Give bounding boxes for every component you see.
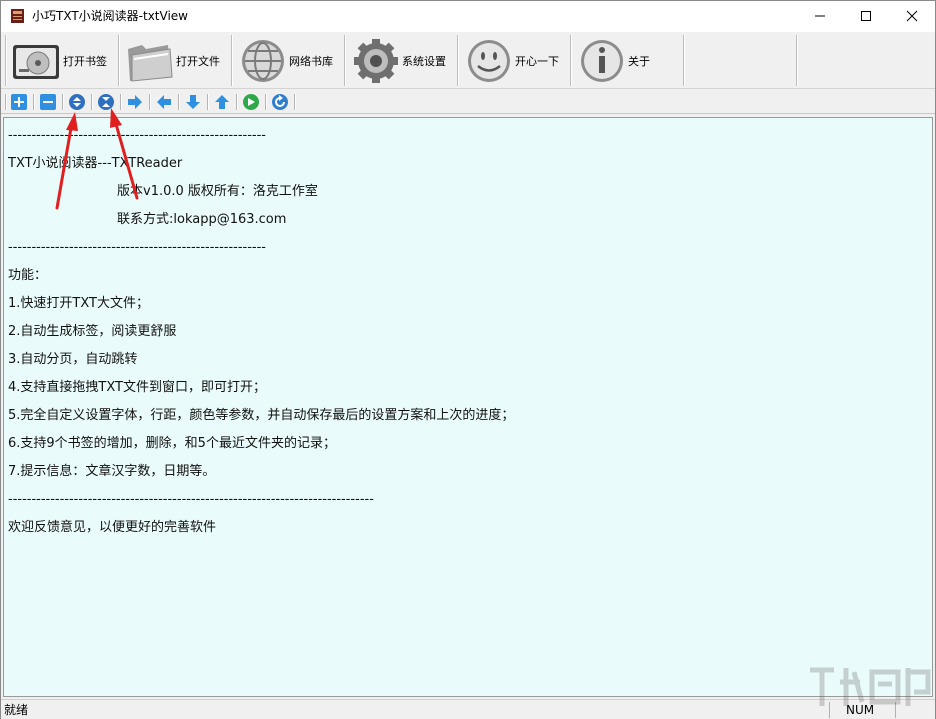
feature-item: 3.自动分页，自动跳转 [8,352,138,367]
navigation-toolbar [1,90,935,114]
toolbar-separator [62,94,63,110]
arrow-left-icon[interactable] [155,93,173,111]
status-text: 就绪 [4,703,29,717]
close-button[interactable] [889,1,935,32]
feature-item: 7.提示信息：文章汉字数，日期等。 [8,464,216,479]
open-file-button[interactable]: 打开文件 [120,35,230,87]
app-window: 小巧TXT小说阅读器-txtView 打开书签 打开文件 网络书库 系统设置 开… [0,0,936,719]
toolbar-separator [149,94,150,110]
arrow-right-icon[interactable] [126,93,144,111]
arrow-up-icon[interactable] [213,93,231,111]
toolbar-separator [118,35,119,86]
open-bookmark-button[interactable]: 打开书签 [7,35,117,87]
globe-icon [242,40,284,82]
play-icon[interactable] [242,93,260,111]
toolbar-separator [178,94,179,110]
add-icon[interactable] [10,93,28,111]
bookmark-drive-icon [13,45,59,79]
toolbar-separator [683,35,684,86]
maximize-button[interactable] [843,1,889,32]
toolbar-separator [294,94,295,110]
watermark-logo [810,667,931,706]
title-bar: 小巧TXT小说阅读器-txtView [1,1,935,32]
feature-item: 4.支持直接拖拽TXT文件到窗口，即可打开； [8,380,266,395]
toolbar-label: 打开文件 [176,55,220,68]
toolbar-label: 网络书库 [289,55,333,68]
features-heading: 功能： [8,268,48,283]
status-bar: 就绪 NUM [1,699,935,719]
toolbar-separator [570,35,571,86]
contact-info: 联系方式:lokapp@163.com [117,212,287,227]
feature-item: 6.支持9个书签的增加，删除，和5个最近文件夹的记录； [8,436,336,451]
toolbar-separator [207,94,208,110]
toolbar-separator [231,35,232,86]
arrow-down-icon[interactable] [184,93,202,111]
toolbar-label: 开心一下 [515,55,559,68]
main-toolbar: 打开书签 打开文件 网络书库 系统设置 开心一下 关于 [1,32,935,89]
toolbar-separator [265,94,266,110]
info-icon [581,40,623,82]
toolbar-separator [236,94,237,110]
online-library-button[interactable]: 网络书库 [233,35,343,87]
maximize-icon [861,11,871,21]
reading-pane[interactable]: ----------------------------------------… [3,117,933,697]
toolbar-label: 关于 [628,55,650,68]
toolbar-separator [91,94,92,110]
minimize-icon [815,15,825,17]
toolbar-separator [5,94,6,110]
app-book-icon [11,9,24,23]
minimize-button[interactable] [797,1,843,32]
toolbar-label: 打开书签 [63,55,107,68]
toolbar-separator [344,35,345,86]
feature-item: 5.完全自定义设置字体，行距，颜色等参数，并自动保存最后的设置方案和上次的进度； [8,408,515,423]
gear-icon [354,39,398,83]
toolbar-separator [33,94,34,110]
window-title: 小巧TXT小说阅读器-txtView [32,9,188,23]
toolbar-separator [5,35,6,86]
version-info: 版本v1.0.0 版权所有：洛克工作室 [117,184,318,199]
toolbar-separator [796,35,797,86]
feedback-text: 欢迎反馈意见，以便更好的完善软件 [8,520,217,535]
page-up-circle-icon[interactable] [68,93,86,111]
close-icon [906,10,918,22]
folder-icon [128,45,173,82]
remove-icon[interactable] [39,93,57,111]
toolbar-separator [120,94,121,110]
divider-line: ----------------------------------------… [8,240,267,255]
refresh-icon[interactable] [271,93,289,111]
toolbar-separator [457,35,458,86]
smiley-icon [468,40,510,82]
feature-item: 2.自动生成标签，阅读更舒服 [8,324,177,339]
fun-button[interactable]: 开心一下 [459,35,569,87]
divider-line: ----------------------------------------… [8,128,267,143]
about-button[interactable]: 关于 [572,35,682,87]
system-settings-button[interactable]: 系统设置 [346,35,456,87]
feature-item: 1.快速打开TXT大文件； [8,296,149,311]
toolbar-label: 系统设置 [402,55,446,68]
app-header: TXT小说阅读器---TXTReader [8,156,183,171]
page-down-circle-icon[interactable] [97,93,115,111]
divider-line: ----------------------------------------… [8,492,374,507]
